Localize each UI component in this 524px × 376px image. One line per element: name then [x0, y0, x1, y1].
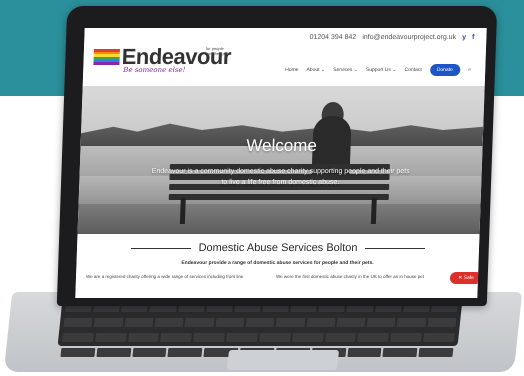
hero-subtitle: Endeavour is a community domestic abuse …	[151, 168, 410, 186]
facebook-icon[interactable]: f	[472, 34, 475, 41]
intro-text-right: We were the first domestic abuse charity…	[275, 274, 425, 279]
logo-script: Be someone else!	[123, 66, 186, 74]
donate-button[interactable]: Donate	[429, 64, 461, 76]
heading-rule-right	[365, 247, 426, 249]
main-nav: Home About ⌄ Services ⌄ Support Us ⌄ Con…	[285, 64, 472, 76]
email-link[interactable]: info@endeavourproject.org.uk	[362, 34, 456, 41]
section-subtitle: Endeavour provide a range of domestic ab…	[181, 260, 374, 266]
logo[interactable]: Endeavour for people and their pets Be s…	[93, 44, 231, 74]
phone-number[interactable]: 01204 394 842	[309, 34, 356, 41]
nav-home[interactable]: Home	[285, 67, 299, 73]
nav-contact[interactable]: Contact	[404, 67, 421, 73]
nav-services[interactable]: Services ⌄	[333, 67, 358, 73]
intro-text-left: We are a registered charity offering a w…	[85, 274, 244, 279]
hero-banner: Welcome Endeavour is a community domesti…	[77, 86, 485, 234]
hero-ground	[77, 204, 481, 234]
logo-tagline: for people and their pets	[205, 46, 231, 56]
contact-bar: 01204 394 842 info@endeavourproject.org.…	[309, 34, 474, 41]
twitter-icon[interactable]: y	[462, 34, 466, 41]
section-heading-row: Domestic Abuse Services Bolton	[77, 242, 479, 254]
laptop-screen: 01204 394 842 info@endeavourproject.org.…	[75, 28, 487, 298]
rainbow-flag-icon	[93, 49, 120, 66]
section-title: Domestic Abuse Services Bolton	[198, 242, 358, 254]
hero-title: Welcome	[245, 136, 318, 155]
site-header: 01204 394 842 info@endeavourproject.org.…	[82, 28, 487, 86]
nav-support-us[interactable]: Support Us ⌄	[366, 67, 397, 73]
laptop-trackpad	[226, 350, 340, 370]
heading-rule-left	[130, 247, 191, 249]
search-icon[interactable]: ⌕	[468, 67, 472, 74]
laptop-keyboard	[57, 300, 463, 357]
nav-about[interactable]: About ⌄	[306, 67, 325, 73]
safe-exit-button[interactable]: ✕ Safe	[449, 272, 483, 284]
services-section: Domestic Abuse Services Bolton Endeavour…	[75, 234, 483, 298]
